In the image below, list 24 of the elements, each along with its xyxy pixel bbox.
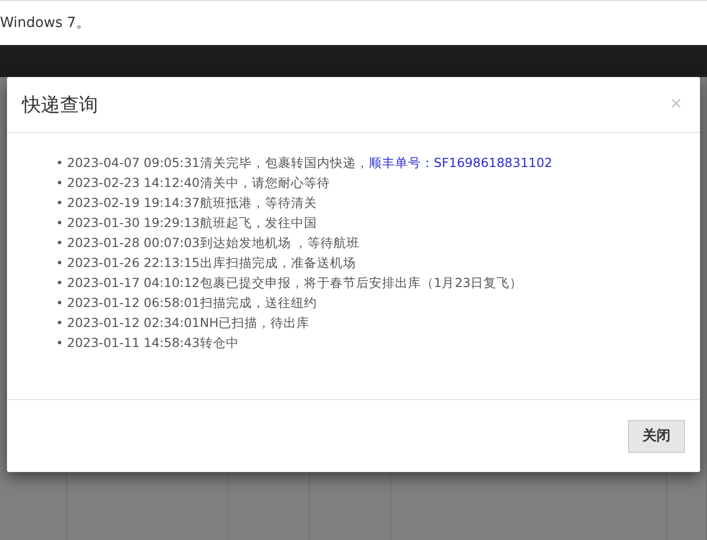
tracking-event: 2023-02-19 19:14:37航班抵港，等待清关 [67, 194, 317, 212]
bullet: • [56, 155, 64, 172]
page-text: Windows 7。 [0, 14, 90, 32]
bullet: • [56, 275, 64, 292]
bullet: • [56, 195, 64, 212]
tracking-number-link[interactable]: 顺丰单号：SF1698618831102 [368, 153, 552, 173]
bullet: • [56, 315, 64, 332]
dialog-title: 快递查询 [22, 92, 98, 118]
bullet: • [56, 295, 64, 312]
tracking-event: 2023-01-12 02:34:01NH已扫描，待出库 [67, 314, 310, 332]
bullet: • [56, 255, 64, 272]
tracking-event: 2023-01-30 19:29:13航班起飞，发往中国 [67, 214, 317, 232]
tracking-event: 2023-01-12 06:58:01扫描完成，送往纽约 [67, 294, 317, 312]
tracking-event: 2023-02-23 14:12:40清关中，请您耐心等待 [67, 174, 330, 192]
bullet: • [56, 215, 64, 232]
tracking-event: 2023-01-26 22:13:15出库扫描完成，准备送机场 [67, 254, 356, 272]
tracking-event: 2023-04-07 09:05:31清关完毕，包裹转国内快递， [67, 154, 369, 172]
close-dialog-button[interactable]: 关闭 [628, 420, 685, 452]
bullet: • [56, 335, 64, 352]
tracking-event: 2023-01-28 00:07:03到达始发地机场 ，等待航班 [67, 234, 360, 252]
bullet: • [56, 235, 64, 252]
tracking-event: 2023-01-17 04:10:12包裹已提交申报，将于春节后安排出库（1月23日复飞） [67, 274, 523, 292]
bullet: • [56, 175, 64, 192]
tracking-event: 2023-01-11 14:58:43转仓中 [67, 334, 239, 352]
